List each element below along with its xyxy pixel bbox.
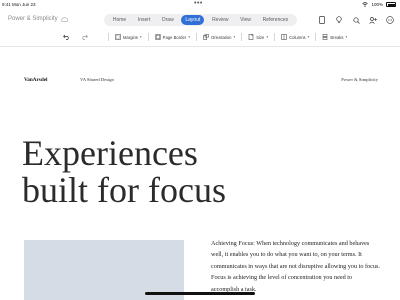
undo-redo-group <box>62 31 88 43</box>
page-border-button[interactable]: Page Border ▾ <box>147 33 196 41</box>
chevron-down-icon: ▾ <box>307 35 310 39</box>
columns-icon <box>281 34 287 40</box>
size-button[interactable]: Size ▾ <box>241 33 274 41</box>
header-right-text: Power & Simplicity <box>341 77 378 82</box>
tab-references[interactable]: References <box>259 15 293 25</box>
chevron-down-icon: ▾ <box>188 35 190 39</box>
company-logo: VanArsdel <box>24 77 48 83</box>
breaks-button[interactable]: Breaks ▾ <box>315 33 353 41</box>
app-bar: Power & Simplicity Home Insert Draw Layo… <box>0 11 400 31</box>
layout-ribbon: Margins ▾ Page Border ▾ Orientation ▾ Si… <box>0 31 400 43</box>
redo-icon[interactable] <box>80 33 88 41</box>
ribbon-commands: Margins ▾ Page Border ▾ Orientation ▾ Si… <box>108 31 353 43</box>
wifi-icon <box>362 2 369 7</box>
hero-heading: Experiences built for focus <box>22 135 282 209</box>
tab-layout[interactable]: Layout <box>181 15 205 25</box>
more-options-icon[interactable] <box>386 16 394 24</box>
orientation-label: Orientation <box>210 34 232 40</box>
page-border-label: Page Border <box>162 34 187 40</box>
status-bar: 9:41 Mon Jun 23 ••• 100% <box>0 0 400 10</box>
tab-insert[interactable]: Insert <box>134 15 155 25</box>
tab-review[interactable]: Review <box>208 15 232 25</box>
orientation-button[interactable]: Orientation ▾ <box>195 33 241 41</box>
page-border-icon <box>155 34 161 40</box>
lightbulb-icon[interactable] <box>335 16 343 24</box>
tab-draw[interactable]: Draw <box>158 15 178 25</box>
home-indicator[interactable] <box>145 292 255 295</box>
cloud-sync-icon <box>60 16 68 22</box>
add-person-icon[interactable] <box>369 16 377 24</box>
header-subtitle: VA Shared Design <box>80 77 114 82</box>
margins-icon <box>115 34 121 40</box>
chevron-down-icon: ▾ <box>233 35 236 39</box>
document-title[interactable]: Power & Simplicity <box>8 16 68 22</box>
margins-button[interactable]: Margins ▾ <box>108 33 148 41</box>
tab-view[interactable]: View <box>236 15 255 25</box>
ribbon-tabs: Home Insert Draw Layout Review View Refe… <box>104 14 297 26</box>
margins-label: Margins <box>123 34 138 40</box>
chevron-down-icon: ▾ <box>139 35 142 39</box>
breaks-icon <box>322 34 329 40</box>
battery-percent: 100% <box>371 2 383 7</box>
orientation-icon <box>203 34 209 40</box>
size-label: Size <box>256 34 265 40</box>
battery-icon <box>386 2 396 7</box>
image-placeholder[interactable] <box>24 240 184 300</box>
page-size-icon <box>248 34 254 40</box>
breaks-label: Breaks <box>330 34 344 40</box>
app-bar-actions <box>318 16 394 24</box>
phone-view-icon[interactable] <box>318 16 326 24</box>
document-title-text: Power & Simplicity <box>8 16 58 22</box>
hero-line-1: Experiences <box>22 133 198 173</box>
columns-button[interactable]: Columns ▾ <box>274 33 315 41</box>
search-icon[interactable] <box>352 16 360 24</box>
undo-icon[interactable] <box>62 33 70 41</box>
status-time: 9:41 Mon Jun 23 <box>2 2 36 7</box>
chevron-down-icon: ▾ <box>266 35 269 39</box>
hero-line-2: built for focus <box>22 170 226 210</box>
document-canvas[interactable]: VanArsdel VA Shared Design Power & Simpl… <box>0 47 400 300</box>
chevron-down-icon: ▾ <box>345 35 348 39</box>
columns-label: Columns <box>289 34 306 40</box>
body-paragraph: Achieving Focus: When technology communi… <box>211 240 380 293</box>
tab-home[interactable]: Home <box>109 15 130 25</box>
multitasking-dots[interactable]: ••• <box>194 0 203 7</box>
status-right: 100% <box>362 2 396 7</box>
